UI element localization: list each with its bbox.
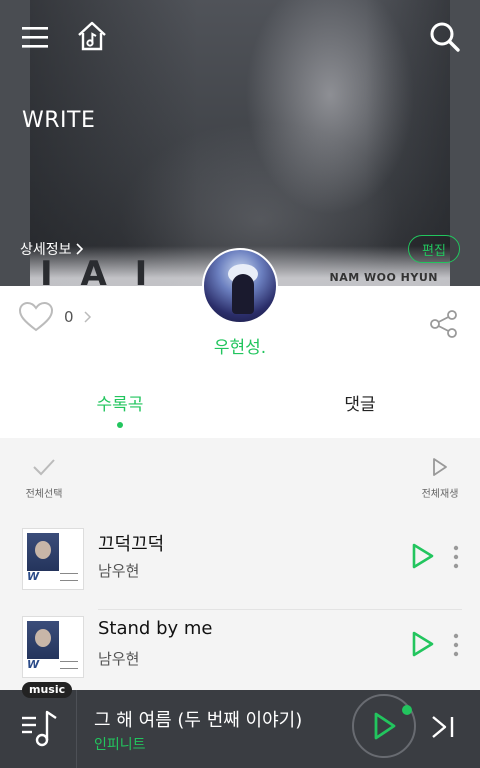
menu-icon[interactable] bbox=[18, 20, 52, 54]
owner-avatar[interactable] bbox=[202, 248, 278, 324]
playlist-title: WRITE bbox=[22, 108, 96, 133]
heart-icon[interactable] bbox=[18, 301, 54, 333]
now-playing-artist: 인피니트 bbox=[94, 737, 146, 753]
track-artist: 남우현 bbox=[98, 650, 140, 668]
owner-name[interactable]: 우현성. bbox=[0, 333, 480, 358]
playlist-header: I A I NAM WOO HYUN WRITE 상세정보 편집 bbox=[0, 0, 480, 286]
track-title: 끄덕끄덕 bbox=[98, 534, 165, 555]
track-artist: 남우현 bbox=[98, 562, 140, 580]
tab-comments[interactable]: 댓글 bbox=[240, 386, 480, 438]
more-vertical-icon[interactable] bbox=[450, 632, 462, 658]
now-playing-title: 그 해 여름 (두 번째 이야기) bbox=[94, 710, 303, 731]
play-icon[interactable] bbox=[408, 542, 436, 570]
playlist-music-icon[interactable] bbox=[20, 706, 64, 750]
detail-info-link[interactable]: 상세정보 bbox=[20, 239, 84, 259]
tab-tracks[interactable]: 수록곡 bbox=[0, 386, 240, 438]
track-row[interactable]: W 끄덕끄덕 남우현 bbox=[0, 522, 480, 610]
tab-comments-label: 댓글 bbox=[344, 395, 376, 415]
search-icon[interactable] bbox=[426, 18, 464, 56]
active-tab-indicator bbox=[117, 422, 123, 428]
progress-dot bbox=[402, 705, 412, 715]
track-list: 전체선택 전체재생 W 끄덕끄덕 남우현 W Stand by me 남우현 bbox=[0, 438, 480, 698]
share-icon[interactable] bbox=[428, 308, 460, 340]
check-icon bbox=[33, 459, 55, 476]
detail-info-label: 상세정보 bbox=[20, 242, 72, 258]
play-outline-icon bbox=[433, 458, 447, 476]
chevron-right-icon bbox=[75, 243, 83, 255]
play-icon[interactable] bbox=[408, 630, 436, 658]
track-row[interactable]: W Stand by me 남우현 bbox=[0, 610, 480, 694]
track-title: Stand by me bbox=[98, 618, 213, 639]
mini-player[interactable]: music 그 해 여름 (두 번째 이야기) 인피니트 bbox=[0, 682, 480, 768]
play-all-label: 전체재생 bbox=[421, 489, 459, 500]
track-cover: W bbox=[22, 528, 84, 590]
more-vertical-icon[interactable] bbox=[450, 544, 462, 570]
track-cover: W bbox=[22, 616, 84, 678]
play-all-button[interactable]: 전체재생 bbox=[410, 456, 470, 500]
like-control[interactable]: 0 bbox=[18, 301, 92, 333]
skip-next-icon[interactable] bbox=[428, 712, 458, 742]
music-badge: music bbox=[22, 682, 73, 698]
tab-tracks-label: 수록곡 bbox=[96, 395, 144, 415]
edit-button[interactable]: 편집 bbox=[408, 235, 460, 263]
like-count: 0 bbox=[64, 308, 74, 326]
play-icon bbox=[374, 712, 396, 740]
list-toolbar: 전체선택 전체재생 bbox=[0, 438, 480, 508]
select-all-button[interactable]: 전체선택 bbox=[16, 456, 72, 500]
select-all-label: 전체선택 bbox=[25, 489, 63, 500]
home-music-icon[interactable] bbox=[74, 18, 110, 54]
content-tabs: 수록곡 댓글 bbox=[0, 386, 480, 438]
chevron-right-icon bbox=[84, 311, 91, 323]
cover-artist-mark: NAM WOO HYUN bbox=[329, 271, 438, 284]
player-play-button[interactable] bbox=[352, 694, 416, 758]
